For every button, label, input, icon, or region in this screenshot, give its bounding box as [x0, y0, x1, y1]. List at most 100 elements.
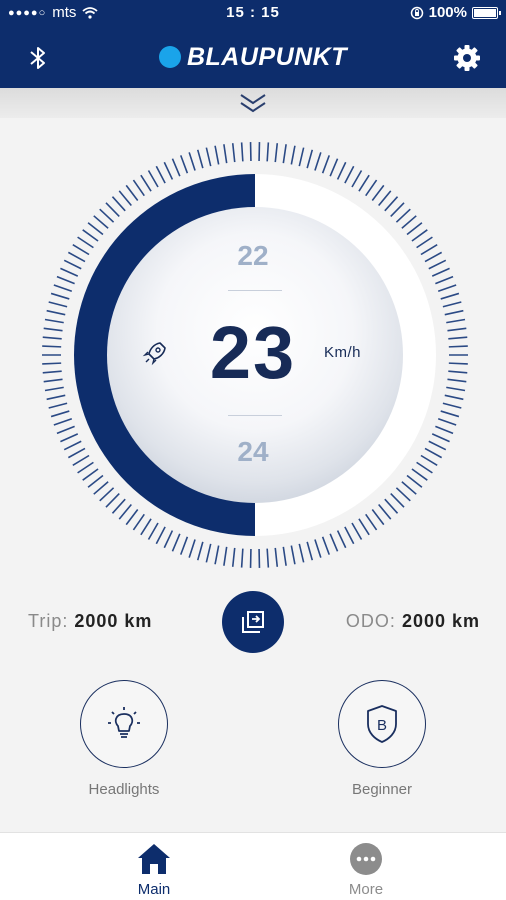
separator-bottom [228, 415, 282, 416]
gauge-tick [435, 275, 454, 285]
gauge-tick [378, 190, 392, 207]
speed-previous: 22 [237, 240, 269, 271]
gauge-tick [48, 301, 68, 308]
gauge-tick [298, 543, 305, 563]
gauge-tick [214, 545, 220, 565]
swap-icon [242, 611, 264, 633]
switch-display-button[interactable] [222, 591, 284, 653]
gauge-tick [163, 161, 174, 180]
headlights-button[interactable] [80, 680, 168, 768]
trip-distance: Trip: 2000 km [28, 611, 152, 632]
gauge-tick [105, 202, 120, 217]
gauge-tick [240, 142, 244, 162]
gauge-tick [99, 208, 115, 223]
gauge-tick [171, 158, 181, 177]
gauge-tick [53, 284, 73, 292]
rocket-icon [142, 342, 166, 366]
gauge-tick [93, 215, 109, 229]
gauge-tick [196, 541, 204, 561]
gauge-tick [358, 174, 370, 192]
headlights-label: Headlights [88, 781, 160, 798]
gauge-tick [401, 215, 417, 229]
brand-dot-icon [158, 46, 181, 68]
gauge-tick [125, 509, 139, 526]
gauge-tick [358, 518, 370, 536]
gauge-tick [99, 487, 115, 502]
gauge-tick [171, 533, 181, 552]
gauge-tick [378, 503, 392, 520]
gauge-tick [50, 292, 70, 300]
gauge-tick [442, 301, 462, 308]
gauge-tick [390, 202, 405, 217]
beginner-mode-label: Beginner [351, 781, 413, 798]
gauge-tick [365, 179, 378, 197]
gauge-tick [87, 222, 104, 236]
gauge-tick [125, 184, 139, 201]
tab-main[interactable]: Main [94, 833, 214, 900]
gauge-tick [46, 394, 66, 401]
chevron-down-icon [240, 94, 266, 113]
gauge-tick [314, 152, 322, 171]
gauge-tick [56, 275, 75, 285]
gauge-tick [440, 410, 460, 418]
gauge-tick [395, 208, 411, 223]
gauge-tick [118, 190, 132, 207]
gauge-tick [437, 284, 457, 292]
gauge-tick [50, 410, 70, 418]
gauge-tick [437, 418, 457, 426]
gauge-tick [435, 425, 454, 435]
gauge-tick [105, 493, 120, 508]
drawer-handle[interactable] [0, 88, 506, 118]
gear-icon [454, 45, 480, 71]
gauge-tick [132, 179, 145, 197]
gauge-tick [306, 541, 314, 561]
gauge-tick [196, 149, 204, 169]
gauge-tick [205, 147, 212, 167]
tab-main-label: Main [137, 881, 171, 898]
gauge-tick [282, 546, 287, 566]
gauge-tick [266, 548, 270, 568]
trip-label: Trip: [28, 611, 69, 631]
gauge-tick [321, 155, 330, 174]
gauge-tick [48, 402, 68, 409]
gauge-tick [329, 533, 339, 552]
gauge-tick [371, 509, 385, 526]
beginner-mode-button[interactable]: B [338, 680, 426, 768]
trip-value: 2000 km [74, 611, 153, 631]
gauge-tick [274, 547, 279, 567]
gauge-tick [406, 474, 423, 488]
gauge-tick [53, 418, 73, 426]
battery-percent: 100% [428, 4, 467, 21]
bluetooth-button[interactable] [24, 44, 52, 72]
gauge-tick [274, 143, 279, 163]
tab-more[interactable]: More [306, 833, 426, 900]
svg-text:B: B [377, 717, 387, 734]
status-right: 100% [410, 4, 501, 21]
gauge-tick [118, 503, 132, 520]
gauge-tick [411, 468, 428, 481]
gauge-tick [205, 543, 212, 563]
gauge-tick [365, 513, 378, 531]
gauge-tick [344, 165, 355, 184]
separator-top [228, 290, 282, 291]
gauge-tick [384, 498, 399, 514]
home-icon [138, 844, 170, 874]
gauge-tick [180, 155, 189, 174]
gauge-tick [56, 425, 75, 435]
gauge-tick [147, 522, 159, 540]
gauge-tick [406, 222, 423, 236]
odo-distance: ODO: 2000 km [346, 611, 480, 632]
gauge-tick [147, 170, 159, 188]
nav-bar: BLAUPUNKT [0, 26, 506, 88]
gauge-tick [384, 196, 399, 212]
gauge-tick [351, 170, 363, 188]
odo-label: ODO: [345, 611, 396, 631]
settings-button[interactable] [452, 43, 482, 73]
tab-bar: Main More [0, 832, 506, 900]
gauge-tick [188, 152, 196, 171]
current-speed: 23 [209, 311, 297, 394]
gauge-tick [240, 548, 244, 568]
gauge-tick [351, 522, 363, 540]
gauge-tick [336, 530, 347, 549]
gauge-tick [214, 145, 220, 165]
